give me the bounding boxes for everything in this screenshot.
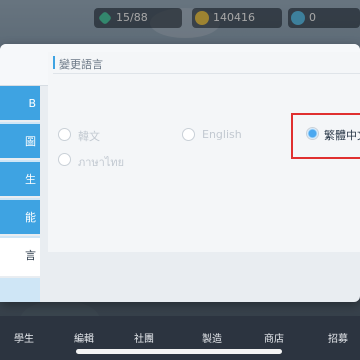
option-label-korean[interactable]: 韓文 [78, 128, 100, 144]
tab-3[interactable]: 生 [0, 162, 40, 198]
nav-label: 社團 [134, 334, 154, 345]
tab-1[interactable]: B [0, 86, 40, 122]
nav-label: 編輯 [74, 334, 94, 345]
tab-2[interactable]: 圖 [0, 124, 40, 160]
option-label-english[interactable]: English [202, 128, 242, 141]
radio-english[interactable] [182, 128, 195, 141]
radio-korean[interactable] [58, 128, 71, 141]
nav-label: 招募 [328, 334, 348, 345]
radio-thai[interactable] [58, 153, 71, 166]
nav-craft[interactable]: 製造 [192, 330, 232, 345]
home-indicator[interactable] [76, 349, 282, 354]
tab-4[interactable]: 能 [0, 200, 40, 236]
section-divider [53, 73, 360, 74]
nav-edit[interactable]: 編輯 [64, 330, 104, 345]
nav-shop[interactable]: 商店 [254, 330, 294, 345]
selection-highlight-box [291, 113, 360, 159]
nav-label: 學生 [14, 334, 34, 345]
nav-recruit[interactable]: 招募 [318, 330, 358, 345]
section-accent-bar [53, 56, 55, 69]
tab-language[interactable]: 言 [0, 238, 40, 278]
nav-label: 製造 [202, 334, 222, 345]
options-tab-strip: B 圖 生 能 言 [0, 86, 40, 302]
option-label-thai[interactable]: ภาษาไทย [78, 153, 124, 171]
section-title: 變更語言 [59, 58, 103, 71]
nav-club[interactable]: 社團 [124, 330, 164, 345]
nav-label: 商店 [264, 334, 284, 345]
nav-students[interactable]: 學生 [4, 330, 44, 345]
